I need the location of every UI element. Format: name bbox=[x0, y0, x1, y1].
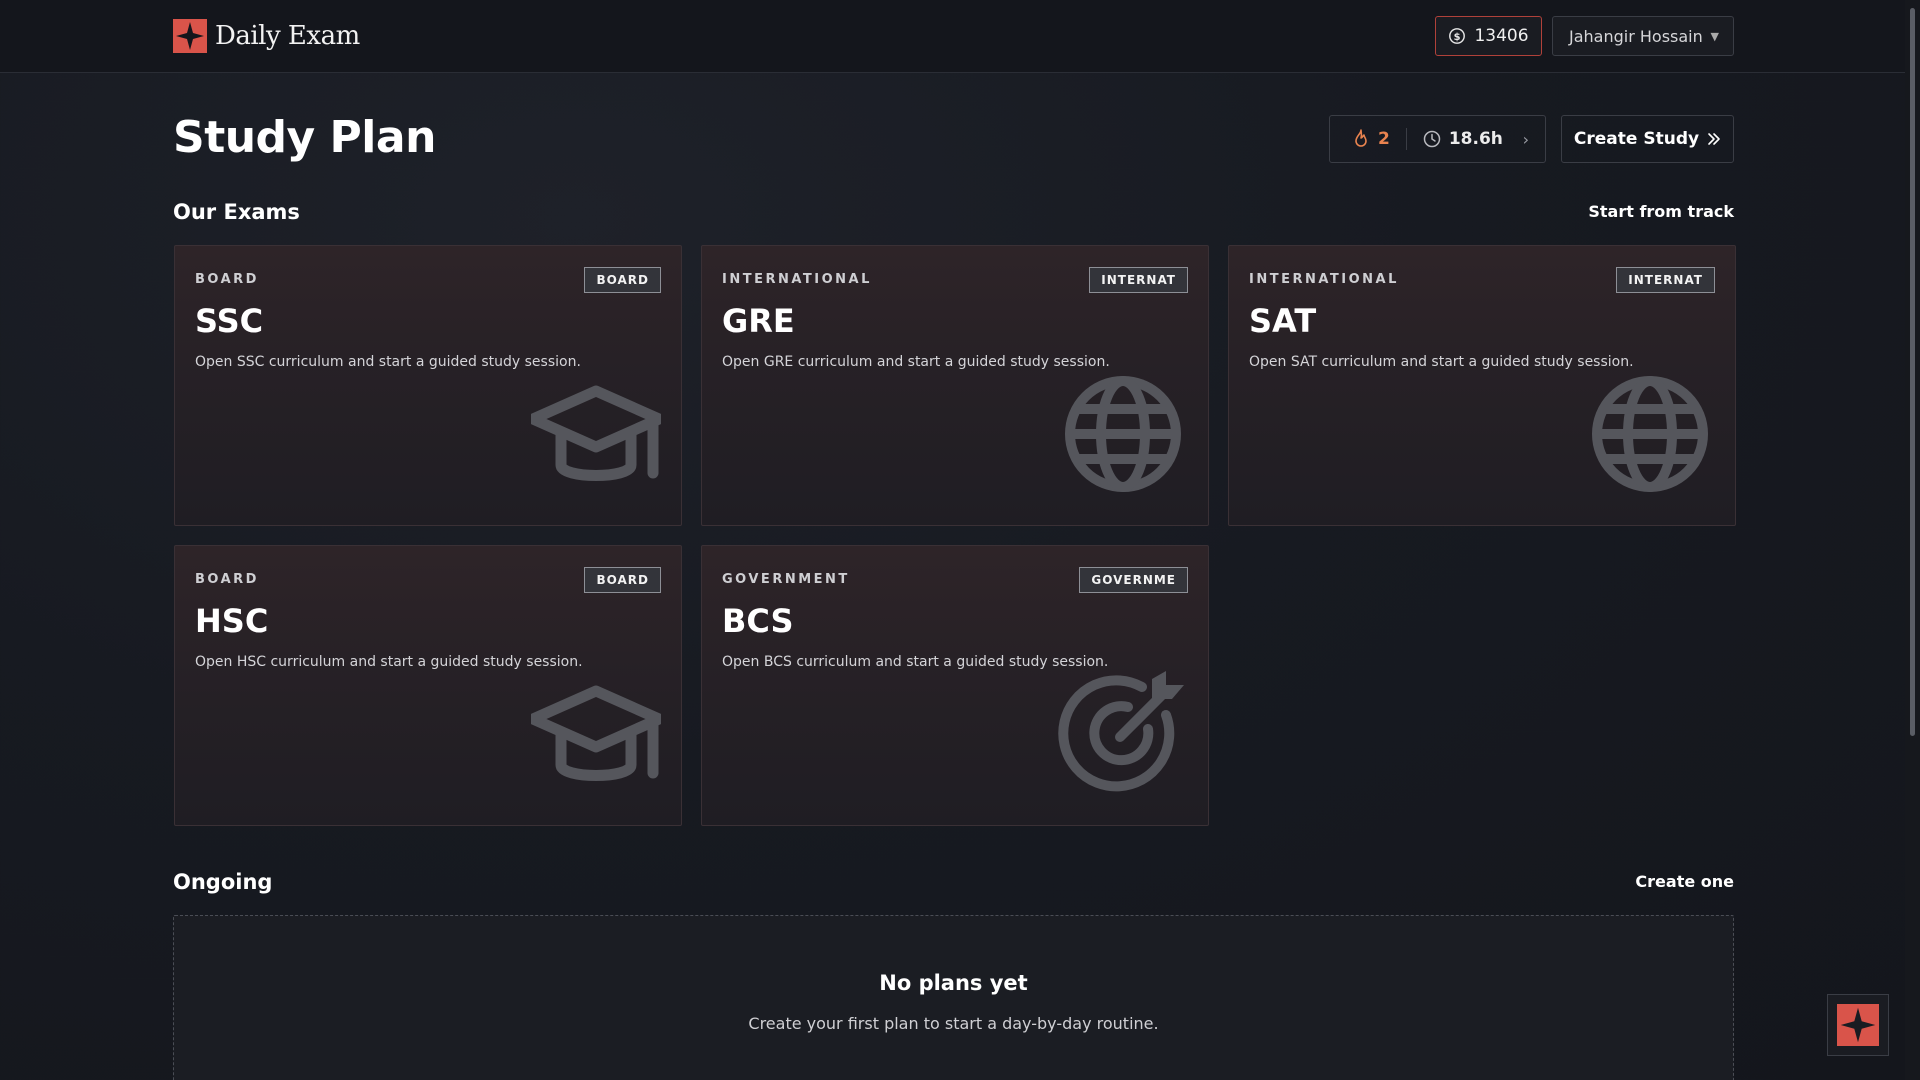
stats-divider bbox=[1405, 128, 1407, 150]
create-study-button[interactable]: Create Study bbox=[1561, 115, 1734, 163]
card-badge: INTERNAT bbox=[1089, 267, 1188, 293]
card-badge: GOVERNME bbox=[1079, 567, 1188, 593]
brand-logo-link[interactable]: Daily Exam bbox=[173, 19, 360, 53]
study-hours: 18.6h bbox=[1448, 129, 1503, 149]
hours-stat: 18.6h bbox=[1423, 129, 1503, 149]
streak-count: 2 bbox=[1378, 129, 1390, 149]
brand-name: Daily Exam bbox=[215, 21, 360, 51]
card-description: Open SSC curriculum and start a guided s… bbox=[195, 354, 581, 370]
user-menu-dropdown[interactable]: Jahangir Hossain ▼ bbox=[1552, 16, 1734, 56]
globe-icon bbox=[1592, 376, 1708, 492]
card-title: BCS bbox=[722, 602, 794, 640]
exam-card-hsc[interactable]: BOARD BOARD HSC Open HSC curriculum and … bbox=[174, 545, 682, 826]
graduation-cap-icon bbox=[531, 385, 661, 481]
start-from-track-link[interactable]: Start from track bbox=[1588, 202, 1734, 221]
page-title: Study Plan bbox=[173, 112, 436, 163]
our-exams-heading: Our Exams bbox=[173, 200, 300, 224]
card-title: SSC bbox=[195, 302, 264, 340]
globe-icon bbox=[1065, 376, 1181, 492]
double-chevron-right-icon bbox=[1708, 133, 1720, 145]
scrollbar-thumb[interactable] bbox=[1910, 8, 1915, 736]
page-scrollbar[interactable] bbox=[1905, 0, 1920, 1080]
coin-balance-button[interactable]: $ 13406 bbox=[1435, 16, 1542, 56]
daily-exam-logo-icon bbox=[1837, 1004, 1879, 1046]
chevron-right-icon: › bbox=[1522, 129, 1529, 149]
card-category: BOARD bbox=[195, 572, 259, 587]
empty-state-title: No plans yet bbox=[879, 971, 1028, 995]
ongoing-empty-state: No plans yet Create your first plan to s… bbox=[173, 915, 1734, 1080]
flame-icon bbox=[1355, 129, 1367, 147]
card-title: GRE bbox=[722, 302, 795, 340]
floating-assistant-button[interactable] bbox=[1827, 994, 1889, 1056]
card-description: Open HSC curriculum and start a guided s… bbox=[195, 654, 583, 670]
study-stats-button[interactable]: 2 18.6h › bbox=[1329, 115, 1546, 163]
daily-exam-logo-icon bbox=[173, 19, 207, 53]
card-category: INTERNATIONAL bbox=[1249, 272, 1399, 287]
user-name: Jahangir Hossain bbox=[1569, 26, 1703, 46]
dollar-coin-icon: $ bbox=[1449, 28, 1466, 44]
clock-icon bbox=[1423, 130, 1441, 148]
exam-card-sat[interactable]: INTERNATIONAL INTERNAT SAT Open SAT curr… bbox=[1228, 245, 1736, 526]
graduation-cap-icon bbox=[531, 685, 661, 781]
card-description: Open GRE curriculum and start a guided s… bbox=[722, 354, 1110, 370]
chevron-down-icon: ▼ bbox=[1710, 29, 1719, 43]
card-description: Open SAT curriculum and start a guided s… bbox=[1249, 354, 1634, 370]
exam-card-ssc[interactable]: BOARD BOARD SSC Open SSC curriculum and … bbox=[174, 245, 682, 526]
create-study-label: Create Study bbox=[1573, 129, 1700, 149]
ongoing-heading: Ongoing bbox=[173, 870, 273, 894]
exam-card-bcs[interactable]: GOVERNMENT GOVERNME BCS Open BCS curricu… bbox=[701, 545, 1209, 826]
card-category: GOVERNMENT bbox=[722, 572, 850, 587]
card-title: SAT bbox=[1249, 302, 1317, 340]
svg-text:$: $ bbox=[1454, 32, 1461, 43]
streak-stat: 2 bbox=[1330, 129, 1390, 149]
coin-count: 13406 bbox=[1474, 26, 1529, 46]
card-badge: INTERNAT bbox=[1616, 267, 1715, 293]
exam-card-gre[interactable]: INTERNATIONAL INTERNAT GRE Open GRE curr… bbox=[701, 245, 1209, 526]
create-one-link[interactable]: Create one bbox=[1635, 872, 1734, 891]
card-badge: BOARD bbox=[584, 267, 661, 293]
card-category: INTERNATIONAL bbox=[722, 272, 872, 287]
card-title: HSC bbox=[195, 602, 269, 640]
card-description: Open BCS curriculum and start a guided s… bbox=[722, 654, 1109, 670]
card-badge: BOARD bbox=[584, 567, 661, 593]
top-bar: Daily Exam $ 13406 Jahangir Hossain ▼ bbox=[0, 0, 1905, 73]
empty-state-description: Create your first plan to start a day-by… bbox=[748, 1014, 1159, 1033]
card-category: BOARD bbox=[195, 272, 259, 287]
target-icon bbox=[1058, 671, 1184, 792]
